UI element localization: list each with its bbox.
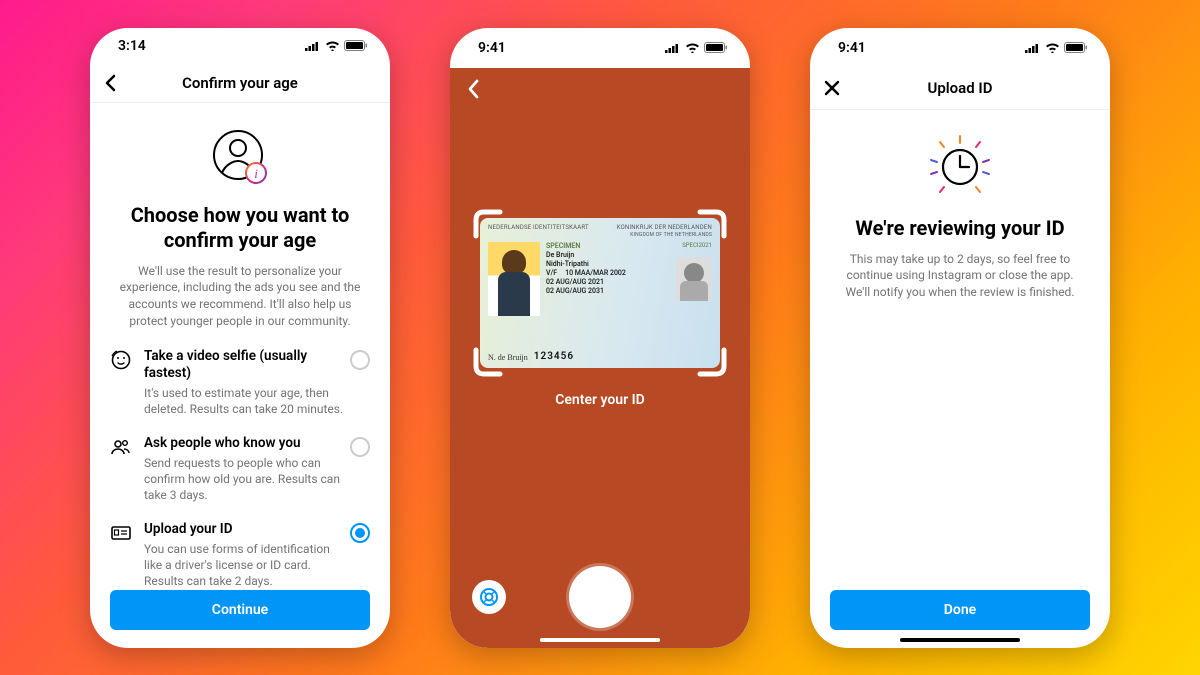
face-scan-icon	[111, 350, 131, 370]
status-bar: 9:41	[450, 28, 750, 68]
reviewing-id-screen: 9:41 Upload ID	[810, 28, 1110, 648]
option-desc: It's used to estimate your age, then del…	[144, 385, 344, 417]
status-indicators	[665, 42, 728, 53]
option-video-selfie[interactable]: Take a video selfie (usually fastest) It…	[110, 348, 370, 417]
done-button[interactable]: Done	[830, 590, 1090, 630]
lifebuoy-icon	[479, 587, 499, 607]
battery-icon	[1064, 42, 1088, 53]
id-surname: De Bruijn	[546, 251, 658, 260]
help-button[interactable]	[472, 580, 506, 614]
profile-info-icon: i	[110, 125, 370, 189]
option-ask-people[interactable]: Ask people who know you Send requests to…	[110, 435, 370, 503]
main-title: We're reviewing your ID	[830, 216, 1090, 241]
signal-icon	[305, 41, 321, 51]
header-title: Confirm your age	[182, 74, 298, 92]
id-card-icon	[111, 523, 131, 543]
id-country-left: NEDERLANDSE IDENTITEITSKAART	[488, 224, 589, 238]
main-title: Choose how you want to confirm your age	[110, 203, 370, 253]
nav-header: Upload ID	[810, 68, 1110, 110]
id-photo	[488, 242, 540, 316]
shutter-button[interactable]	[569, 566, 631, 628]
subtitle: We'll use the result to personalize your…	[110, 263, 370, 330]
camera-hint: Center your ID	[450, 392, 750, 408]
radio-button[interactable]	[350, 350, 370, 370]
signal-icon	[665, 43, 681, 53]
scan-frame: NEDERLANDSE IDENTITEITSKAART KONINKRIJK …	[472, 208, 728, 378]
battery-icon	[344, 40, 368, 51]
home-indicator[interactable]	[900, 638, 1020, 642]
option-title: Ask people who know you	[144, 435, 344, 453]
option-desc: Send requests to people who can confirm …	[144, 455, 344, 504]
svg-text:i: i	[254, 166, 258, 181]
people-icon	[111, 437, 131, 457]
radio-button[interactable]	[350, 437, 370, 457]
wifi-icon	[325, 40, 340, 51]
status-time: 9:41	[838, 40, 866, 56]
wifi-icon	[685, 42, 700, 53]
status-bar: 3:14	[90, 28, 390, 65]
option-desc: You can use forms of identification like…	[144, 541, 344, 590]
clock-shine-icon	[830, 132, 1090, 202]
id-photo-bw	[676, 257, 712, 301]
status-time: 3:14	[118, 38, 146, 54]
status-bar: 9:41	[810, 28, 1110, 68]
status-time: 9:41	[478, 40, 506, 56]
continue-button[interactable]: Continue	[110, 590, 370, 630]
close-button[interactable]	[824, 80, 840, 96]
confirm-age-screen: 3:14 Confirm your age i Choose how you w…	[90, 28, 390, 648]
header-title: Upload ID	[928, 79, 993, 97]
id-country-right: KONINKRIJK DER NEDERLANDEN	[617, 224, 712, 231]
chevron-left-icon	[104, 74, 116, 92]
radio-button[interactable]	[350, 523, 370, 543]
camera-scan-screen: 9:41 NEDERLANDSE IDENTITEITSKAART	[450, 28, 750, 648]
signal-icon	[1025, 43, 1041, 53]
option-title: Upload your ID	[144, 521, 344, 539]
id-givennames: Nidhi-Tripathi	[546, 260, 658, 269]
subtitle: This may take up to 2 days, so feel free…	[830, 251, 1090, 301]
home-indicator[interactable]	[540, 638, 660, 642]
chevron-left-icon	[466, 78, 480, 100]
back-button[interactable]	[466, 78, 480, 104]
option-title: Take a video selfie (usually fastest)	[144, 348, 344, 383]
status-indicators	[305, 40, 368, 51]
option-upload-id[interactable]: Upload your ID You can use forms of iden…	[110, 521, 370, 589]
status-indicators	[1025, 42, 1088, 53]
id-doc-number: 123456	[534, 351, 574, 362]
battery-icon	[704, 42, 728, 53]
close-icon	[824, 80, 840, 96]
nav-header: Confirm your age	[90, 64, 390, 103]
id-dob: 10 MAA/MAR 2002	[565, 269, 626, 278]
wifi-icon	[1045, 42, 1060, 53]
back-button[interactable]	[104, 74, 116, 92]
id-signature: N. de Bruijn	[488, 353, 528, 362]
id-card-preview: NEDERLANDSE IDENTITEITSKAART KONINKRIJK …	[480, 218, 720, 368]
